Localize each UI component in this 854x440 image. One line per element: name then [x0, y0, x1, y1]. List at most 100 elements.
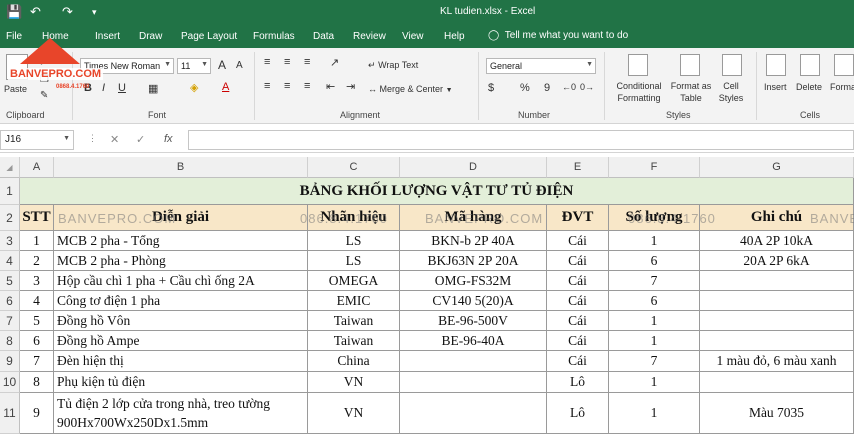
cell-stt[interactable]: 4: [20, 291, 54, 311]
sheet-title[interactable]: BẢNG KHỐI LƯỢNG VẬT TƯ TỦ ĐIỆN: [20, 178, 854, 205]
row-header-3[interactable]: 3: [0, 231, 20, 251]
cell-code[interactable]: CV140 5(20)A: [400, 291, 547, 311]
tab-view[interactable]: View: [402, 31, 424, 42]
tab-review[interactable]: Review: [353, 31, 386, 42]
borders-icon[interactable]: ▦: [148, 82, 158, 95]
column-header-c[interactable]: C: [308, 157, 400, 178]
cell-stt[interactable]: 3: [20, 271, 54, 291]
format-as-table-icon[interactable]: [680, 54, 700, 76]
cell-unit[interactable]: Cái: [547, 271, 609, 291]
align-top-icon[interactable]: ≡: [264, 56, 270, 68]
cell-code[interactable]: BKJ63N 2P 20A: [400, 251, 547, 271]
cell-stt[interactable]: 8: [20, 372, 54, 393]
cell-styles-icon[interactable]: [722, 54, 742, 76]
tab-formulas[interactable]: Formulas: [253, 31, 295, 42]
cell-unit[interactable]: Cái: [547, 251, 609, 271]
cell-code[interactable]: [400, 393, 547, 434]
percent-style-button[interactable]: %: [520, 82, 530, 94]
column-header-e[interactable]: E: [547, 157, 609, 178]
save-icon[interactable]: 💾: [6, 4, 22, 20]
cell-brand[interactable]: Taiwan: [308, 331, 400, 351]
cell-description[interactable]: MCB 2 pha - Tổng: [54, 231, 308, 251]
cell-note[interactable]: 40A 2P 10kA: [700, 231, 854, 251]
select-all-corner[interactable]: ◢: [0, 157, 20, 178]
cell-note[interactable]: [700, 331, 854, 351]
cell-unit[interactable]: Lô: [547, 393, 609, 434]
cell-note[interactable]: 20A 2P 6kA: [700, 251, 854, 271]
cell-code[interactable]: [400, 351, 547, 372]
formula-input[interactable]: [188, 130, 854, 150]
tab-page-layout[interactable]: Page Layout: [181, 31, 237, 42]
cell-note[interactable]: Màu 7035: [700, 393, 854, 434]
row-header-4[interactable]: 4: [0, 251, 20, 271]
header-cell-brand[interactable]: Nhãn hiệu: [308, 205, 400, 231]
redo-icon[interactable]: ↷: [62, 4, 73, 20]
decrease-decimal-icon[interactable]: 0→: [580, 82, 594, 92]
column-header-g[interactable]: G: [700, 157, 854, 178]
cancel-icon[interactable]: ✕: [110, 133, 119, 146]
increase-indent-icon[interactable]: ⇥: [346, 80, 355, 93]
cell-quantity[interactable]: 6: [609, 291, 700, 311]
row-header-5[interactable]: 5: [0, 271, 20, 291]
align-right-icon[interactable]: ≡: [304, 80, 310, 92]
insert-cells-icon[interactable]: [766, 54, 786, 76]
cell-quantity[interactable]: 1: [609, 372, 700, 393]
cell-brand[interactable]: LS: [308, 231, 400, 251]
row-header-9[interactable]: 9: [0, 351, 20, 372]
cell-description[interactable]: Phụ kiện tủ điện: [54, 372, 308, 393]
header-cell-unit[interactable]: ĐVT: [547, 205, 609, 231]
cell-description[interactable]: Đèn hiện thị: [54, 351, 308, 372]
wrap-text-button[interactable]: ↵ Wrap Text: [368, 60, 418, 71]
cell-stt[interactable]: 9: [20, 393, 54, 434]
cell-quantity[interactable]: 6: [609, 251, 700, 271]
cell-description[interactable]: Đồng hồ Vôn: [54, 311, 308, 331]
column-header-b[interactable]: B: [54, 157, 308, 178]
tab-insert[interactable]: Insert: [95, 31, 120, 42]
cell-code[interactable]: BE-96-500V: [400, 311, 547, 331]
align-left-icon[interactable]: ≡: [264, 80, 270, 92]
cell-description[interactable]: Công tơ điện 1 pha: [54, 291, 308, 311]
cell-stt[interactable]: 6: [20, 331, 54, 351]
customize-quick-access-icon[interactable]: ▾: [92, 7, 97, 18]
cell-note[interactable]: [700, 271, 854, 291]
header-cell-quantity[interactable]: Số lượng: [609, 205, 700, 231]
cell-stt[interactable]: 2: [20, 251, 54, 271]
underline-button[interactable]: U: [118, 82, 126, 94]
name-box[interactable]: J16 ▼: [0, 130, 74, 150]
column-header-d[interactable]: D: [400, 157, 547, 178]
cell-note[interactable]: 1 màu đỏ, 6 màu xanh: [700, 351, 854, 372]
tab-data[interactable]: Data: [313, 31, 334, 42]
cell-note[interactable]: [700, 311, 854, 331]
cell-unit[interactable]: Cái: [547, 331, 609, 351]
cell-note[interactable]: [700, 372, 854, 393]
font-size-select[interactable]: 11 ▼: [177, 58, 211, 74]
cell-brand[interactable]: EMIC: [308, 291, 400, 311]
tell-me-search[interactable]: ◯ Tell me what you want to do: [488, 30, 628, 41]
cell-stt[interactable]: 5: [20, 311, 54, 331]
cell-styles-button[interactable]: Cell Styles: [712, 80, 750, 104]
insert-cells-button[interactable]: Insert: [764, 82, 787, 92]
undo-icon[interactable]: ↶: [30, 4, 41, 20]
cell-brand[interactable]: VN: [308, 372, 400, 393]
format-as-table-button[interactable]: Format as Table: [668, 80, 714, 104]
header-cell-description[interactable]: Diễn giải: [54, 205, 308, 231]
cell-quantity[interactable]: 7: [609, 271, 700, 291]
cell-brand[interactable]: OMEGA: [308, 271, 400, 291]
insert-function-icon[interactable]: fx: [164, 133, 173, 145]
cell-unit[interactable]: Cái: [547, 311, 609, 331]
accounting-format-button[interactable]: $: [488, 82, 494, 94]
cell-code[interactable]: BE-96-40A: [400, 331, 547, 351]
row-header-11[interactable]: 11: [0, 393, 20, 434]
align-bottom-icon[interactable]: ≡: [304, 56, 310, 68]
cell-description[interactable]: Tủ điện 2 lớp cửa trong nhà, treo tường …: [54, 393, 308, 434]
cell-brand[interactable]: China: [308, 351, 400, 372]
cell-stt[interactable]: 7: [20, 351, 54, 372]
align-center-icon[interactable]: ≡: [284, 80, 290, 92]
cell-stt[interactable]: 1: [20, 231, 54, 251]
format-cells-icon[interactable]: [834, 54, 854, 76]
cell-quantity[interactable]: 1: [609, 393, 700, 434]
italic-button[interactable]: I: [102, 82, 105, 94]
cell-unit[interactable]: Lô: [547, 372, 609, 393]
cell-description[interactable]: MCB 2 pha - Phòng: [54, 251, 308, 271]
row-header-10[interactable]: 10: [0, 372, 20, 393]
